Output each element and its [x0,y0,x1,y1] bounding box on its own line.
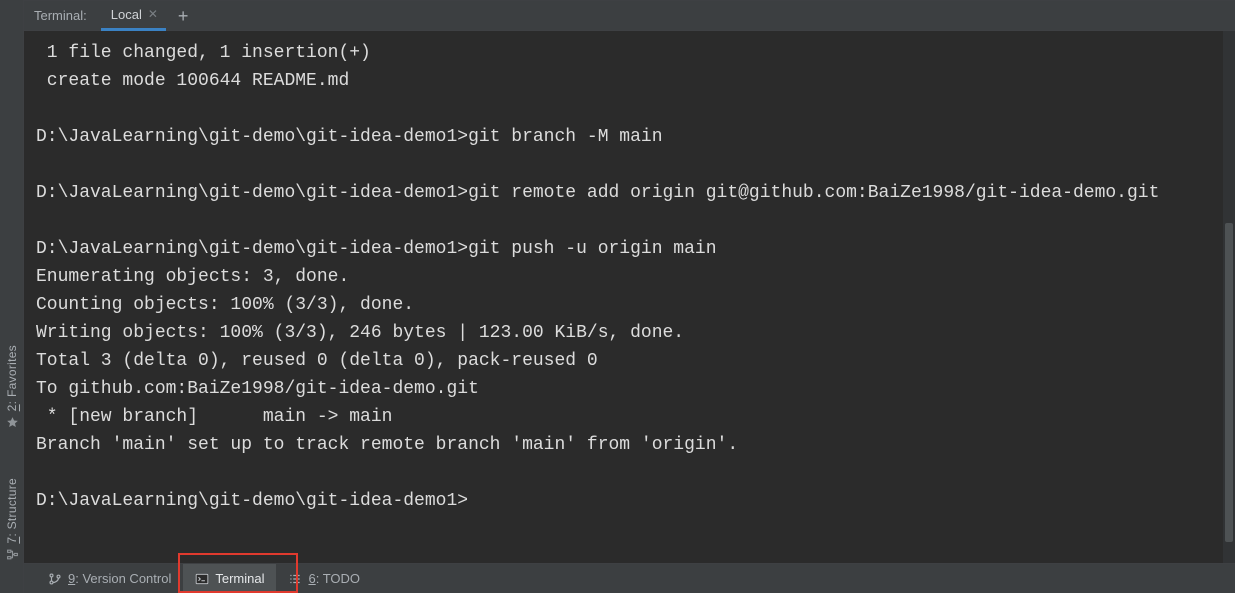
terminal-line [36,459,1233,487]
vertical-scrollbar[interactable] [1223,31,1235,563]
branch-icon [48,572,62,586]
terminal-line: To github.com:BaiZe1998/git-idea-demo.gi… [36,375,1233,403]
terminal-line [36,95,1233,123]
terminal-line [36,151,1233,179]
toolwindow-tab-terminal[interactable]: Terminal [183,564,276,593]
toolwindow-tab-structure[interactable]: 7: Structure [0,478,24,562]
toolwindow-tab-todo[interactable]: 6: TODO [276,564,372,593]
toolwindow-tab-version-control[interactable]: 9: Version Control [36,564,183,593]
bottom-toolwindow-bar: 9: Version Control Terminal 6: TODO [24,563,1235,593]
terminal-tool-window: Terminal: Local ✕ + 1 file changed, 1 in… [24,0,1235,563]
star-icon [5,415,19,429]
terminal-line: create mode 100644 README.md [36,67,1233,95]
terminal-line: D:\JavaLearning\git-demo\git-idea-demo1>… [36,179,1233,207]
new-terminal-button[interactable]: + [170,7,197,25]
terminal-tab-local[interactable]: Local ✕ [101,1,166,31]
terminal-line: 1 file changed, 1 insertion(+) [36,39,1233,67]
left-toolwindow-gutter: 2: Favorites 7: Structure [0,0,24,593]
terminal-line: Branch 'main' set up to track remote bra… [36,431,1233,459]
terminal-line: Counting objects: 100% (3/3), done. [36,291,1233,319]
scrollbar-thumb[interactable] [1225,223,1233,542]
terminal-line: * [new branch] main -> main [36,403,1233,431]
terminal-line: Enumerating objects: 3, done. [36,263,1233,291]
structure-icon [5,548,19,562]
terminal-icon [195,572,209,586]
terminal-line [36,207,1233,235]
terminal-line: D:\JavaLearning\git-demo\git-idea-demo1>… [36,235,1233,263]
terminal-line: Writing objects: 100% (3/3), 246 bytes |… [36,319,1233,347]
toolwindow-tab-favorites[interactable]: 2: Favorites [0,345,24,429]
terminal-body[interactable]: 1 file changed, 1 insertion(+) create mo… [24,31,1235,563]
terminal-line: D:\JavaLearning\git-demo\git-idea-demo1>… [36,123,1233,151]
todo-icon [288,572,302,586]
plus-icon: + [178,6,189,26]
terminal-line: Total 3 (delta 0), reused 0 (delta 0), p… [36,347,1233,375]
terminal-output[interactable]: 1 file changed, 1 insertion(+) create mo… [36,39,1233,515]
close-icon[interactable]: ✕ [148,7,158,21]
terminal-line: D:\JavaLearning\git-demo\git-idea-demo1> [36,487,1233,515]
toolwindow-title: Terminal: [34,8,87,23]
terminal-header: Terminal: Local ✕ + [24,1,1235,31]
terminal-tab-label: Local [111,7,142,22]
